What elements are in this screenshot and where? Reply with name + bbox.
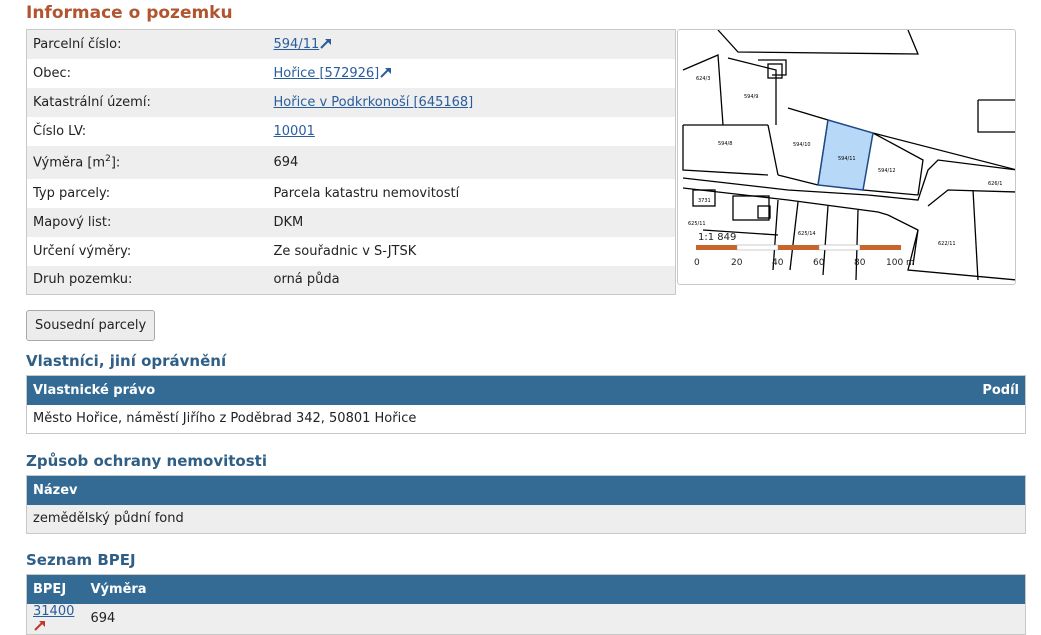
info-value: 694 xyxy=(267,145,676,179)
map-label: 626/1 xyxy=(988,181,1002,187)
scale-label: 60 xyxy=(813,258,825,268)
column-header-bpej: BPEJ xyxy=(26,574,85,604)
external-link-icon[interactable] xyxy=(320,38,332,49)
map-label: 3731 xyxy=(698,198,711,204)
map-scale-ratio: 1:1 849 xyxy=(698,232,736,243)
protection-cell: zemědělský půdní fond xyxy=(26,504,1026,534)
info-label: Výměra [m2]: xyxy=(26,145,268,179)
page-title: Informace o pozemku xyxy=(26,3,233,23)
map-label: 624/3 xyxy=(696,76,710,82)
external-link-icon[interactable] xyxy=(380,67,392,78)
info-value: Hořice [572926] xyxy=(267,58,676,88)
info-row-area: Výměra [m2]: 694 xyxy=(26,145,676,179)
info-row-area-determination: Určení výměry: Ze souřadnic v S-JTSK xyxy=(26,236,676,266)
protection-section-title: Způsob ochrany nemovitosti xyxy=(26,452,267,470)
map-label: 594/10 xyxy=(793,142,811,148)
map-label: 622/11 xyxy=(938,241,956,247)
lv-number-link[interactable]: 10001 xyxy=(274,124,315,139)
protection-header-row: Název xyxy=(26,475,1026,505)
parcel-info-table: Parcelní číslo: 594/11 Obec: Hořice [572… xyxy=(26,29,676,295)
map-label: 625/11 xyxy=(688,221,706,227)
info-label: Číslo LV: xyxy=(26,116,268,146)
info-label: Parcelní číslo: xyxy=(26,29,268,59)
municipality-link[interactable]: Hořice [572926] xyxy=(274,66,380,81)
column-header-area: Výměra xyxy=(84,574,1026,604)
external-link-icon[interactable] xyxy=(34,620,46,631)
info-row-lv-number: Číslo LV: 10001 xyxy=(26,116,676,146)
scale-label: 100 m xyxy=(886,258,915,268)
info-row-parcel-type: Typ parcely: Parcela katastru nemovitost… xyxy=(26,178,676,208)
scale-label: 0 xyxy=(694,258,700,268)
bpej-code-link[interactable]: 31400 xyxy=(33,604,74,619)
owners-header-row: Vlastnické právo Podíl xyxy=(26,375,1026,405)
map-scale-bar xyxy=(696,244,901,251)
scale-label: 80 xyxy=(854,258,866,268)
bpej-table: BPEJ Výměra 31400 694 xyxy=(26,574,1026,635)
protection-table: Název zemědělský půdní fond xyxy=(26,475,1026,534)
info-value: Hořice v Podkrkonoší [645168] xyxy=(267,87,676,117)
bpej-header-row: BPEJ Výměra xyxy=(26,574,1026,604)
neighbor-parcels-button[interactable]: Sousední parcely xyxy=(26,310,156,341)
info-row-parcel-number: Parcelní číslo: 594/11 xyxy=(26,29,676,59)
cadastral-area-link[interactable]: Hořice v Podkrkonoší [645168] xyxy=(274,95,474,110)
owners-section-title: Vlastníci, jiní oprávnění xyxy=(26,352,227,370)
owners-table: Vlastnické právo Podíl Město Hořice, nám… xyxy=(26,375,1026,434)
table-row: 31400 694 xyxy=(26,603,1026,634)
highlighted-parcel xyxy=(817,119,874,191)
info-label: Určení výměry: xyxy=(26,236,268,266)
cadastral-map[interactable]: 594/11 594/12 594/10 594/9 594/8 624/3 6… xyxy=(677,29,1016,285)
table-row: Město Hořice, náměstí Jiřího z Poděbrad … xyxy=(26,404,1026,434)
info-label: Katastrální území: xyxy=(26,87,268,117)
bpej-area-cell: 694 xyxy=(84,603,1026,634)
map-label: 594/11 xyxy=(838,156,856,162)
info-label: Mapový list: xyxy=(26,207,268,237)
owner-cell: Město Hořice, náměstí Jiřího z Poděbrad … xyxy=(26,404,916,434)
info-row-municipality: Obec: Hořice [572926] xyxy=(26,58,676,88)
scale-label: 40 xyxy=(772,258,784,268)
map-label: 625/14 xyxy=(798,231,816,237)
info-value: 10001 xyxy=(267,116,676,146)
parcel-number-link[interactable]: 594/11 xyxy=(274,37,320,52)
area-label-main: Výměra [m xyxy=(33,155,106,171)
bpej-code-cell: 31400 xyxy=(26,603,85,634)
info-row-cadastral-area: Katastrální území: Hořice v Podkrkonoší … xyxy=(26,87,676,117)
map-drawing: 594/11 594/12 594/10 594/9 594/8 624/3 6… xyxy=(682,30,1015,281)
info-label: Druh pozemku: xyxy=(26,265,268,295)
column-header-name: Název xyxy=(26,475,1026,505)
info-value: Parcela katastru nemovitostí xyxy=(267,178,676,208)
info-row-land-type: Druh pozemku: orná půda xyxy=(26,265,676,295)
info-value: Ze souřadnic v S-JTSK xyxy=(267,236,676,266)
share-cell xyxy=(915,404,1026,434)
scale-label: 20 xyxy=(731,258,743,268)
info-row-map-sheet: Mapový list: DKM xyxy=(26,207,676,237)
map-label: 594/9 xyxy=(744,94,758,100)
map-label: 594/12 xyxy=(878,168,896,174)
column-header-share: Podíl xyxy=(915,375,1026,405)
bpej-section-title: Seznam BPEJ xyxy=(26,551,136,569)
map-label: 594/8 xyxy=(718,141,732,147)
area-label-end: ]: xyxy=(110,155,121,171)
info-label: Typ parcely: xyxy=(26,178,268,208)
column-header-ownership: Vlastnické právo xyxy=(26,375,916,405)
table-row: zemědělský půdní fond xyxy=(26,504,1026,534)
info-value: 594/11 xyxy=(267,29,676,59)
info-label: Obec: xyxy=(26,58,268,88)
info-value: orná půda xyxy=(267,265,676,295)
info-value: DKM xyxy=(267,207,676,237)
